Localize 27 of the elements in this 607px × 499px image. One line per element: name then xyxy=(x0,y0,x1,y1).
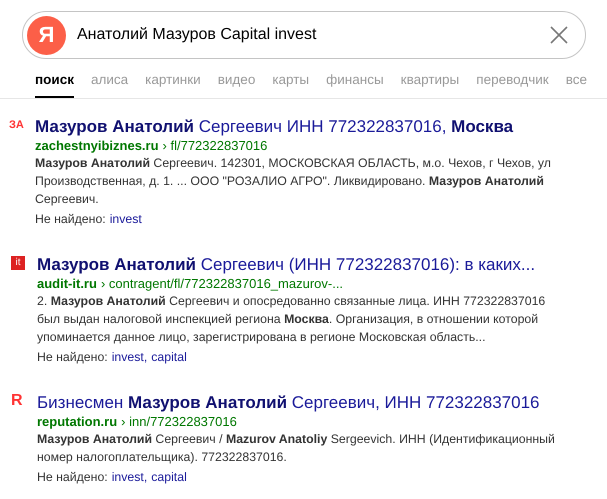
missing-word-link[interactable]: invest, xyxy=(112,349,148,365)
missing-label: Не найдено: xyxy=(35,211,106,227)
snippet-text: 2. Мазуров Анатолий Сергеевич и опосредованно связанные лица. ИНН 772322837016 был выдан налоговой инспекцией региона Москва. Организация, в отношении которой упоминается данное лицо, зарегистрирована в регионе Московская область... xyxy=(37,293,546,346)
snippet-text: Мазуров Анатолий Сергеевич / Mazurov Anatoliy Sergeevich. ИНН (Идентификационный номер налогоплательщика). 772322837016. xyxy=(37,431,556,466)
missing-word-link[interactable]: capital xyxy=(151,469,187,485)
path-link[interactable]: › contragent/fl/772322837016_mazurov-... xyxy=(100,275,344,292)
path-link[interactable]: › fl/772322837016 xyxy=(162,137,268,154)
result-title[interactable]: Бизнесмен Мазуров Анатолий Сергеевич, ИНН 772322837016 xyxy=(37,392,567,413)
site-link[interactable]: zachestnyibiznes.ru xyxy=(35,137,159,154)
site-link[interactable]: reputation.ru xyxy=(37,413,118,430)
site-icon: ЗА xyxy=(9,116,35,227)
site-icon: R xyxy=(9,392,37,485)
site-icon: it xyxy=(11,256,25,270)
path-link[interactable]: › inn/772322837016 xyxy=(121,413,237,430)
close-icon[interactable] xyxy=(549,25,569,45)
site-link[interactable]: audit-it.ru xyxy=(37,275,97,292)
result-title[interactable]: Мазуров Анатолий Сергеевич (ИНН 772322837016): в каких... xyxy=(37,254,567,275)
result-title[interactable]: Мазуров Анатолий Сергеевич ИНН 772322837016, Москва xyxy=(35,116,567,137)
missing-word-link[interactable]: invest, xyxy=(112,469,148,485)
missing-word-link[interactable]: capital xyxy=(151,349,187,365)
logo-icon[interactable]: Я xyxy=(27,16,66,54)
missing-word-link[interactable]: invest xyxy=(110,211,142,227)
snippet-text: Мазуров Анатолий Сергеевич. 142301, МОСКОВСКАЯ ОБЛАСТЬ, м.о. Чехов, г Чехов, ул Производственная, д. 1. ... ООО "РОЗАЛИО АГРО". Ликвидировано. Мазуров Анатолий Сергеевич. xyxy=(35,155,552,208)
search-field[interactable]: Я Анатолий Мазуров Capital invest xyxy=(22,11,586,59)
missing-label: Не найдено: xyxy=(37,349,108,365)
tab[interactable]: поиск xyxy=(35,72,74,98)
missing-label: Не найдено: xyxy=(37,469,108,485)
